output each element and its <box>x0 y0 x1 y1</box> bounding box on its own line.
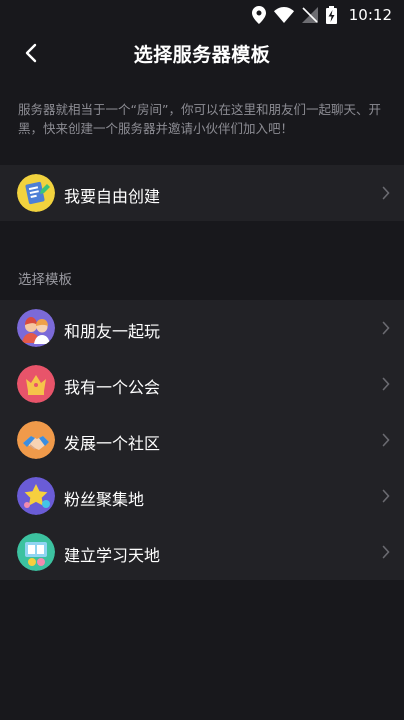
template-item-guild[interactable]: 我有一个公会 <box>0 356 404 412</box>
chevron-right-icon <box>382 321 390 335</box>
study-icon <box>17 533 55 571</box>
page-title: 选择服务器模板 <box>133 44 271 66</box>
status-bar: 10:12 <box>0 0 404 30</box>
location-icon <box>251 6 266 24</box>
template-list: 和朋友一起玩 我有一个公会 发展一个社区 粉丝聚集地 建立学习天地 <box>0 300 404 580</box>
chevron-right-icon <box>382 433 390 447</box>
no-signal-icon <box>301 7 318 23</box>
template-item-label: 发展一个社区 <box>64 434 161 453</box>
template-item-study[interactable]: 建立学习天地 <box>0 524 404 580</box>
chevron-right-icon <box>382 377 390 391</box>
template-item-label: 建立学习天地 <box>64 546 161 565</box>
template-item-fans[interactable]: 粉丝聚集地 <box>0 468 404 524</box>
template-item-label: 和朋友一起玩 <box>64 322 161 341</box>
template-item-community[interactable]: 发展一个社区 <box>0 412 404 468</box>
custom-create-row[interactable]: 我要自由创建 <box>0 165 404 221</box>
custom-create-icon <box>17 174 55 212</box>
template-item-friends[interactable]: 和朋友一起玩 <box>0 300 404 356</box>
chevron-right-icon <box>382 545 390 559</box>
custom-create-card: 我要自由创建 <box>0 165 404 221</box>
chevron-right-icon <box>382 489 390 503</box>
nav-bar: 选择服务器模板 <box>0 30 404 76</box>
star-icon <box>17 477 55 515</box>
template-section-title: 选择模板 <box>18 272 72 288</box>
template-item-label: 我有一个公会 <box>64 378 161 397</box>
battery-charging-icon <box>325 6 337 24</box>
wifi-icon <box>273 7 294 23</box>
custom-create-label: 我要自由创建 <box>64 187 161 206</box>
description-text: 服务器就相当于一个“房间”，你可以在这里和朋友们一起聊天、开黑，快来创建一个服务… <box>18 102 381 136</box>
template-item-label: 粉丝聚集地 <box>64 490 145 509</box>
status-time: 10:12 <box>348 6 392 24</box>
guild-icon <box>17 365 55 403</box>
chevron-right-icon <box>382 186 390 200</box>
friends-icon <box>17 309 55 347</box>
community-icon <box>17 421 55 459</box>
